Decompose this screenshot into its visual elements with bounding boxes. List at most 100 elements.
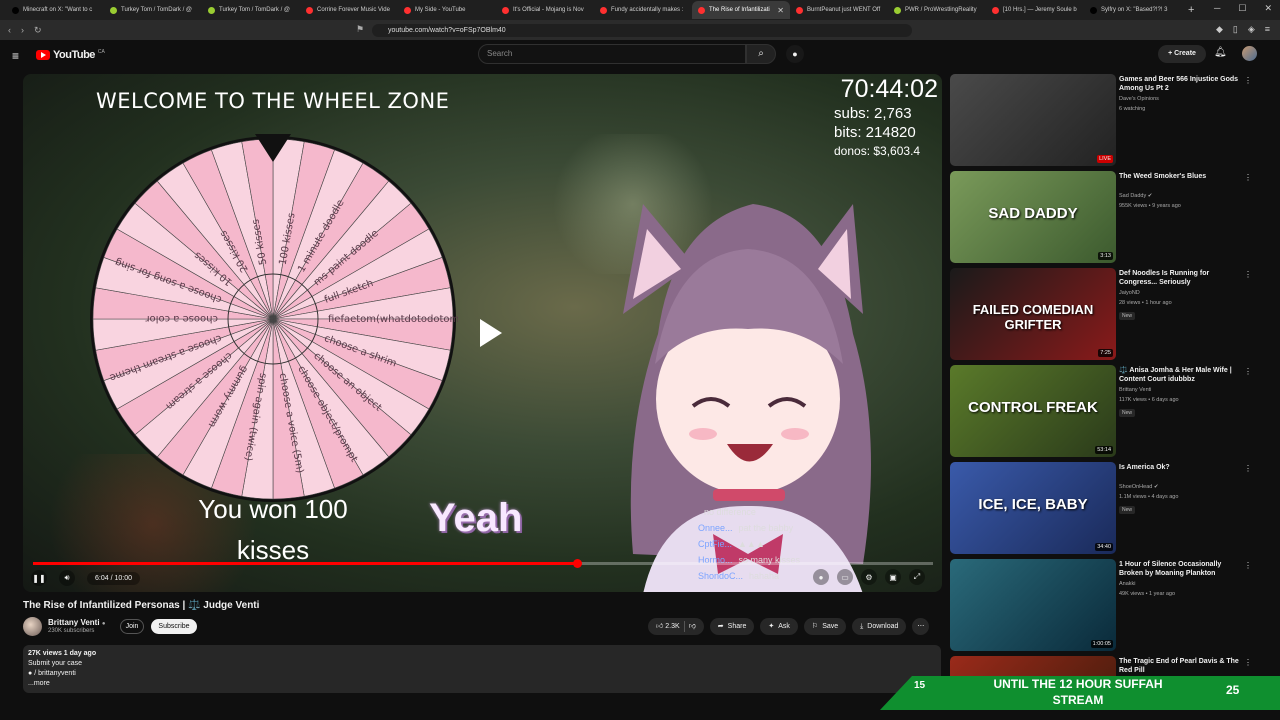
- fullscreen-icon[interactable]: ⤢: [909, 569, 925, 585]
- tab-favicon-icon: [306, 6, 313, 14]
- browser-tab[interactable]: It's Official - Mojang is Nov: [496, 1, 594, 19]
- account-avatar[interactable]: [1242, 46, 1257, 61]
- more-options-icon[interactable]: ⋮: [1244, 561, 1252, 570]
- video-player[interactable]: WELCOME TO THE WHEEL ZONE 100 kisses 1 mi…: [23, 74, 942, 592]
- recommended-video[interactable]: SAD DADDY 3:13 The Weed Smoker's Blues Sad …: [950, 171, 1262, 263]
- back-icon[interactable]: ‹: [8, 25, 11, 35]
- description-box[interactable]: 27K views 1 day ago Submit your case ● /…: [23, 645, 941, 693]
- more-options-icon[interactable]: ⋮: [1244, 464, 1252, 473]
- pause-icon[interactable]: ❚❚: [31, 570, 47, 586]
- recommended-meta: 49K views • 1 year ago: [1119, 591, 1176, 597]
- search-icon[interactable]: ⌕: [746, 44, 776, 64]
- subscribe-button[interactable]: Subscribe: [151, 619, 197, 634]
- recommended-video[interactable]: ICE, ICE, BABY 34:40 Is America Ok? ShoeOnH…: [950, 462, 1262, 554]
- menu-icon[interactable]: ≡: [1265, 24, 1270, 35]
- video-thumbnail[interactable]: SAD DADDY 3:13: [950, 171, 1116, 263]
- duration-badge: 3:13: [1098, 252, 1113, 260]
- recommended-title[interactable]: Def Noodles Is Running for Congress... S…: [1119, 269, 1247, 287]
- recommended-channel[interactable]: ShoeOnHead ✔: [1119, 484, 1158, 490]
- recommended-title[interactable]: Games and Beer 566 Injustice Gods Among …: [1119, 75, 1247, 93]
- thumbs-down-icon[interactable]: 👎︎: [689, 618, 696, 635]
- show-more-link[interactable]: ...more: [28, 679, 936, 689]
- minimize-icon[interactable]: ─: [1214, 3, 1220, 14]
- captions-icon[interactable]: ▭: [837, 569, 853, 585]
- browser-tab[interactable]: PWR / ProWrestlingReality: [888, 1, 986, 19]
- close-window-icon[interactable]: ✕: [1264, 3, 1272, 14]
- recommended-title[interactable]: ⚖️ Anisa Jomha & Her Male Wife | Content…: [1119, 366, 1247, 384]
- recommended-video[interactable]: 1:00:05 1 Hour of Silence Occasionally Br…: [950, 559, 1262, 651]
- recommended-channel[interactable]: Anakki: [1119, 581, 1136, 587]
- download-button[interactable]: ⤓ Download: [852, 618, 907, 635]
- more-options-icon[interactable]: ⋮: [1244, 270, 1252, 279]
- microphone-icon[interactable]: ●: [786, 45, 804, 63]
- share-button[interactable]: ➦ Share: [709, 618, 755, 635]
- tab-favicon-icon: [404, 6, 411, 14]
- download-label: Download: [867, 623, 899, 630]
- more-options-icon[interactable]: ⋮: [1244, 76, 1252, 85]
- browser-tab[interactable]: Corrine Forever Music Vide: [300, 1, 398, 19]
- miniplayer-icon[interactable]: ▣: [885, 569, 901, 585]
- recommended-channel[interactable]: Sad Daddy ✔: [1119, 193, 1152, 199]
- browser-tab[interactable]: [10 Hrs.] — Jeremy Soule b: [986, 1, 1084, 19]
- ask-button[interactable]: ✦ Ask: [760, 618, 798, 635]
- browser-tab[interactable]: Turkey Tom / TomDark / @: [202, 1, 300, 19]
- volume-icon[interactable]: 🔊︎: [59, 570, 75, 586]
- browser-tab[interactable]: My Side - YouTube: [398, 1, 496, 19]
- tab-close-icon[interactable]: ✕: [777, 6, 784, 15]
- more-options-icon[interactable]: ⋮: [1244, 367, 1252, 376]
- hamburger-menu-icon[interactable]: ≡: [12, 49, 19, 63]
- create-button[interactable]: + Create: [1158, 45, 1206, 63]
- browser-tab[interactable]: Turkey Tom / TomDark / @: [104, 1, 202, 19]
- recommended-channel[interactable]: JaiyoND: [1119, 290, 1140, 296]
- tab-title: Sylfry on X: "Based?!?! 3: [1101, 7, 1168, 13]
- search-input[interactable]: Search: [478, 44, 746, 64]
- join-button[interactable]: Join: [120, 619, 144, 634]
- recommended-title[interactable]: The Weed Smoker's Blues: [1119, 172, 1247, 181]
- browser-tab[interactable]: Sylfry on X: "Based?!?! 3: [1084, 1, 1182, 19]
- recommended-title[interactable]: Is America Ok?: [1119, 463, 1247, 472]
- video-thumbnail[interactable]: CONTROL FREAK 53:14: [950, 365, 1116, 457]
- recommended-channel[interactable]: Brittany Venti: [1119, 387, 1151, 393]
- recommended-title[interactable]: 1 Hour of Silence Occasionally Broken by…: [1119, 560, 1247, 578]
- video-thumbnail[interactable]: FAILED COMEDIAN GRIFTER 7:25: [950, 268, 1116, 360]
- notifications-bell-icon[interactable]: 🔔︎: [1214, 47, 1227, 58]
- recommended-video[interactable]: CONTROL FREAK 53:14 ⚖️ Anisa Jomha & Her M…: [950, 365, 1262, 457]
- progress-bar[interactable]: [33, 559, 933, 568]
- forward-icon[interactable]: ›: [21, 25, 24, 35]
- scrubber-handle[interactable]: [572, 559, 582, 568]
- recommended-video[interactable]: FAILED COMEDIAN GRIFTER 7:25 Def Noodles I…: [950, 268, 1262, 360]
- description-link[interactable]: ● / brittanyventi: [28, 669, 936, 679]
- browser-tab[interactable]: Minecraft on X: "Want to c: [6, 1, 104, 19]
- browser-tab[interactable]: The Rise of Infantilizati ✕: [692, 1, 790, 19]
- more-actions-button[interactable]: ⋯: [912, 618, 930, 635]
- reload-icon[interactable]: ↻: [34, 25, 42, 36]
- new-tab-button[interactable]: +: [1188, 4, 1194, 16]
- channel-name[interactable]: Brittany Venti ●: [48, 618, 105, 627]
- duration-badge: 53:14: [1095, 446, 1113, 454]
- bookmark-icon[interactable]: ⚑: [356, 24, 364, 35]
- maximize-icon[interactable]: ☐: [1238, 3, 1246, 14]
- sidebar-icon[interactable]: ▯: [1233, 24, 1238, 35]
- browser-tab[interactable]: Fundy accidentally makes :: [594, 1, 692, 19]
- like-button[interactable]: 👍︎ 2.3K: [656, 618, 680, 635]
- more-options-icon[interactable]: ⋮: [1244, 658, 1252, 667]
- extension-icon[interactable]: ◆: [1216, 24, 1223, 35]
- recommended-title[interactable]: The Tragic End of Pearl Davis & The Red …: [1119, 657, 1247, 675]
- video-thumbnail[interactable]: ICE, ICE, BABY 34:40: [950, 462, 1116, 554]
- settings-gear-icon[interactable]: ⚙: [861, 569, 877, 585]
- thumbnail-text: SAD DADDY: [988, 205, 1078, 222]
- url-field[interactable]: youtube.com/watch?v=oFSp7OBlm40: [372, 24, 912, 37]
- play-icon[interactable]: [468, 313, 508, 353]
- autoplay-toggle-icon[interactable]: ●: [813, 569, 829, 585]
- save-button[interactable]: ⚐ Save: [803, 618, 847, 635]
- youtube-logo[interactable]: YouTube CA: [36, 49, 105, 61]
- recommended-channel[interactable]: Dave's Opinions: [1119, 96, 1159, 102]
- channel-avatar[interactable]: [23, 617, 42, 636]
- video-thumbnail[interactable]: 1:00:05: [950, 559, 1116, 651]
- duration-badge: 34:40: [1095, 543, 1113, 551]
- more-options-icon[interactable]: ⋮: [1244, 173, 1252, 182]
- browser-tab[interactable]: BurntPeanut just WENT Off: [790, 1, 888, 19]
- video-thumbnail[interactable]: LIVE: [950, 74, 1116, 166]
- recommended-video[interactable]: LIVE Games and Beer 566 Injustice Gods Am…: [950, 74, 1262, 166]
- wallet-icon[interactable]: ◈: [1248, 24, 1255, 35]
